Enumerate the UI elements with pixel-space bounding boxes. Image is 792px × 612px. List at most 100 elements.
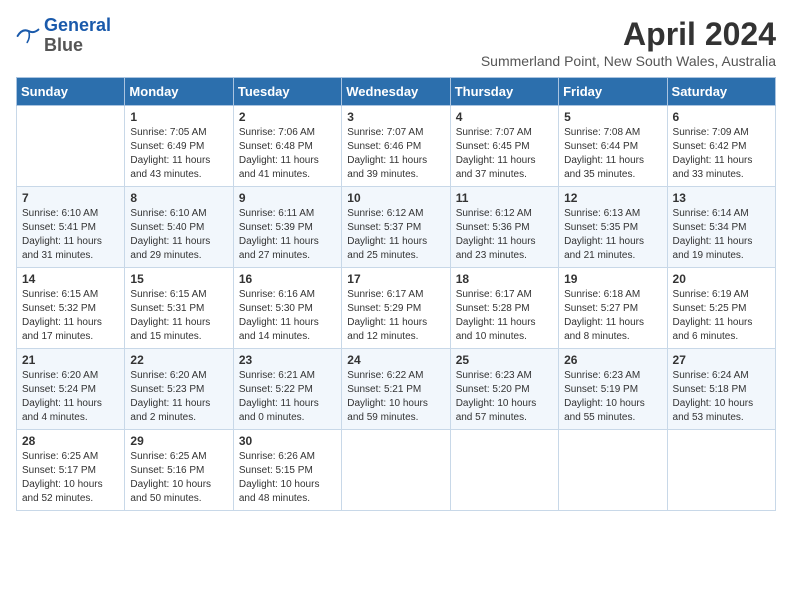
week-row-1: 1 Sunrise: 7:05 AM Sunset: 6:49 PM Daylig…	[17, 106, 776, 187]
weekday-header-wednesday: Wednesday	[342, 78, 450, 106]
day-content: Sunrise: 6:24 AM Sunset: 5:18 PM Dayligh…	[673, 369, 770, 425]
day-number: 9	[239, 191, 336, 205]
weekday-header-saturday: Saturday	[667, 78, 775, 106]
calendar-cell: 15 Sunrise: 6:15 AM Sunset: 5:31 PM Dayli…	[125, 268, 233, 349]
day-content: Sunrise: 6:25 AM Sunset: 5:16 PM Dayligh…	[130, 450, 227, 506]
day-content: Sunrise: 7:08 AM Sunset: 6:44 PM Dayligh…	[564, 126, 661, 182]
calendar-cell: 5Sunrise: 7:08 AM Sunset: 6:44 PM Daylig…	[559, 106, 667, 187]
day-number: 1	[130, 110, 227, 124]
calendar-cell: 1 Sunrise: 7:05 AM Sunset: 6:49 PM Daylig…	[125, 106, 233, 187]
day-content: Sunrise: 6:20 AM Sunset: 5:24 PM Dayligh…	[22, 369, 119, 425]
weekday-header-thursday: Thursday	[450, 78, 558, 106]
page-header: General Blue April 2024 Summerland Point…	[16, 16, 776, 69]
day-number: 8	[130, 191, 227, 205]
logo-icon	[16, 26, 40, 46]
day-content: Sunrise: 6:25 AM Sunset: 5:17 PM Dayligh…	[22, 450, 119, 506]
day-content: Sunrise: 6:12 AM Sunset: 5:36 PM Dayligh…	[456, 207, 553, 263]
day-number: 15	[130, 272, 227, 286]
calendar-cell: 24Sunrise: 6:22 AM Sunset: 5:21 PM Dayli…	[342, 349, 450, 430]
day-number: 13	[673, 191, 770, 205]
calendar-cell: 9 Sunrise: 6:11 AM Sunset: 5:39 PM Daylig…	[233, 187, 341, 268]
calendar-table: SundayMondayTuesdayWednesdayThursdayFrid…	[16, 77, 776, 511]
calendar-cell	[17, 106, 125, 187]
day-content: Sunrise: 6:23 AM Sunset: 5:19 PM Dayligh…	[564, 369, 661, 425]
day-number: 16	[239, 272, 336, 286]
day-content: Sunrise: 6:13 AM Sunset: 5:35 PM Dayligh…	[564, 207, 661, 263]
calendar-cell: 22 Sunrise: 6:20 AM Sunset: 5:23 PM Dayli…	[125, 349, 233, 430]
day-number: 4	[456, 110, 553, 124]
calendar-cell: 21 Sunrise: 6:20 AM Sunset: 5:24 PM Dayli…	[17, 349, 125, 430]
day-number: 7	[22, 191, 119, 205]
day-content: Sunrise: 6:12 AM Sunset: 5:37 PM Dayligh…	[347, 207, 444, 263]
day-number: 14	[22, 272, 119, 286]
day-number: 27	[673, 353, 770, 367]
calendar-cell: 25 Sunrise: 6:23 AM Sunset: 5:20 PM Dayli…	[450, 349, 558, 430]
day-content: Sunrise: 7:07 AM Sunset: 6:45 PM Dayligh…	[456, 126, 553, 182]
weekday-header-friday: Friday	[559, 78, 667, 106]
day-number: 6	[673, 110, 770, 124]
calendar-cell: 3 Sunrise: 7:07 AM Sunset: 6:46 PM Daylig…	[342, 106, 450, 187]
week-row-3: 14 Sunrise: 6:15 AM Sunset: 5:32 PM Dayli…	[17, 268, 776, 349]
calendar-cell	[559, 430, 667, 511]
weekday-header-sunday: Sunday	[17, 78, 125, 106]
day-number: 21	[22, 353, 119, 367]
day-content: Sunrise: 6:23 AM Sunset: 5:20 PM Dayligh…	[456, 369, 553, 425]
month-title: April 2024	[481, 16, 776, 53]
calendar-cell: 14 Sunrise: 6:15 AM Sunset: 5:32 PM Dayli…	[17, 268, 125, 349]
day-content: Sunrise: 7:05 AM Sunset: 6:49 PM Dayligh…	[130, 126, 227, 182]
day-content: Sunrise: 6:22 AM Sunset: 5:21 PM Dayligh…	[347, 369, 444, 425]
week-row-5: 28Sunrise: 6:25 AM Sunset: 5:17 PM Dayli…	[17, 430, 776, 511]
day-number: 12	[564, 191, 661, 205]
day-content: Sunrise: 6:18 AM Sunset: 5:27 PM Dayligh…	[564, 288, 661, 344]
calendar-cell: 11 Sunrise: 6:12 AM Sunset: 5:36 PM Dayli…	[450, 187, 558, 268]
calendar-cell: 16 Sunrise: 6:16 AM Sunset: 5:30 PM Dayli…	[233, 268, 341, 349]
day-content: Sunrise: 6:19 AM Sunset: 5:25 PM Dayligh…	[673, 288, 770, 344]
weekday-header-tuesday: Tuesday	[233, 78, 341, 106]
day-content: Sunrise: 6:15 AM Sunset: 5:31 PM Dayligh…	[130, 288, 227, 344]
calendar-cell: 12 Sunrise: 6:13 AM Sunset: 5:35 PM Dayli…	[559, 187, 667, 268]
week-row-2: 7 Sunrise: 6:10 AM Sunset: 5:41 PM Daylig…	[17, 187, 776, 268]
day-content: Sunrise: 6:10 AM Sunset: 5:40 PM Dayligh…	[130, 207, 227, 263]
day-number: 3	[347, 110, 444, 124]
calendar-cell: 7 Sunrise: 6:10 AM Sunset: 5:41 PM Daylig…	[17, 187, 125, 268]
day-content: Sunrise: 7:09 AM Sunset: 6:42 PM Dayligh…	[673, 126, 770, 182]
calendar-cell	[342, 430, 450, 511]
calendar-cell: 4 Sunrise: 7:07 AM Sunset: 6:45 PM Daylig…	[450, 106, 558, 187]
day-content: Sunrise: 7:06 AM Sunset: 6:48 PM Dayligh…	[239, 126, 336, 182]
day-number: 11	[456, 191, 553, 205]
calendar-cell: 23Sunrise: 6:21 AM Sunset: 5:22 PM Dayli…	[233, 349, 341, 430]
weekday-header-monday: Monday	[125, 78, 233, 106]
day-content: Sunrise: 6:14 AM Sunset: 5:34 PM Dayligh…	[673, 207, 770, 263]
calendar-cell: 17 Sunrise: 6:17 AM Sunset: 5:29 PM Dayli…	[342, 268, 450, 349]
day-content: Sunrise: 6:20 AM Sunset: 5:23 PM Dayligh…	[130, 369, 227, 425]
day-content: Sunrise: 6:26 AM Sunset: 5:15 PM Dayligh…	[239, 450, 336, 506]
day-number: 29	[130, 434, 227, 448]
day-content: Sunrise: 6:11 AM Sunset: 5:39 PM Dayligh…	[239, 207, 336, 263]
day-number: 22	[130, 353, 227, 367]
calendar-cell	[450, 430, 558, 511]
day-content: Sunrise: 6:17 AM Sunset: 5:28 PM Dayligh…	[456, 288, 553, 344]
day-number: 17	[347, 272, 444, 286]
calendar-cell: 19Sunrise: 6:18 AM Sunset: 5:27 PM Dayli…	[559, 268, 667, 349]
calendar-cell	[667, 430, 775, 511]
day-number: 30	[239, 434, 336, 448]
day-content: Sunrise: 6:10 AM Sunset: 5:41 PM Dayligh…	[22, 207, 119, 263]
day-number: 25	[456, 353, 553, 367]
day-number: 23	[239, 353, 336, 367]
calendar-cell: 26 Sunrise: 6:23 AM Sunset: 5:19 PM Dayli…	[559, 349, 667, 430]
calendar-cell: 6 Sunrise: 7:09 AM Sunset: 6:42 PM Daylig…	[667, 106, 775, 187]
day-content: Sunrise: 6:16 AM Sunset: 5:30 PM Dayligh…	[239, 288, 336, 344]
calendar-cell: 13 Sunrise: 6:14 AM Sunset: 5:34 PM Dayli…	[667, 187, 775, 268]
day-content: Sunrise: 6:17 AM Sunset: 5:29 PM Dayligh…	[347, 288, 444, 344]
calendar-cell: 18Sunrise: 6:17 AM Sunset: 5:28 PM Dayli…	[450, 268, 558, 349]
title-block: April 2024 Summerland Point, New South W…	[481, 16, 776, 69]
day-content: Sunrise: 6:15 AM Sunset: 5:32 PM Dayligh…	[22, 288, 119, 344]
day-content: Sunrise: 7:07 AM Sunset: 6:46 PM Dayligh…	[347, 126, 444, 182]
day-number: 26	[564, 353, 661, 367]
calendar-cell: 20 Sunrise: 6:19 AM Sunset: 5:25 PM Dayli…	[667, 268, 775, 349]
calendar-cell: 27 Sunrise: 6:24 AM Sunset: 5:18 PM Dayli…	[667, 349, 775, 430]
day-number: 20	[673, 272, 770, 286]
logo-text: General Blue	[44, 16, 111, 56]
calendar-cell: 10Sunrise: 6:12 AM Sunset: 5:37 PM Dayli…	[342, 187, 450, 268]
logo: General Blue	[16, 16, 111, 56]
